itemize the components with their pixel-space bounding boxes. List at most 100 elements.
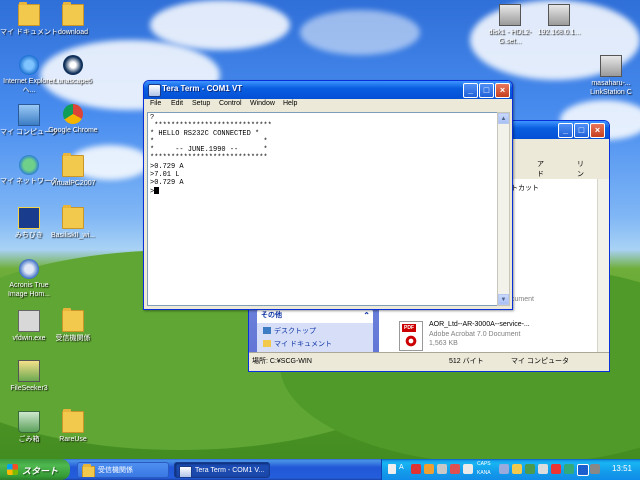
desktop-icon-chrome[interactable]: Google Chrome (44, 104, 102, 135)
terminal-line: >0.729 A (150, 178, 184, 187)
status-computer: マイ コンピュータ (511, 358, 569, 365)
teraterm-icon[interactable] (148, 84, 161, 97)
scroll-up-arrow-icon[interactable]: ▲ (498, 113, 509, 124)
my-computer-icon (18, 104, 40, 126)
task-section-title: その他 (261, 312, 282, 319)
desktop-icon-download[interactable]: download (44, 2, 102, 37)
taskbar-button-receiver[interactable]: 受信機関係 (77, 462, 169, 478)
desktop: マイ ドキュメント Internet Explorer へ... マイ コンピュ… (0, 0, 640, 480)
status-size: 512 バイト (449, 358, 484, 365)
file-type: Adobe Acrobat 7.0 Document (429, 331, 521, 338)
taskbar-button-label: 受信機関係 (98, 467, 133, 474)
desktop-icon-receiver[interactable]: 受信機関係 (44, 308, 102, 343)
desktop-icon-ip[interactable]: 192.168.0.1... (530, 4, 588, 37)
fileseeker-icon (18, 360, 40, 382)
desktop-icon-linkstation[interactable]: masaharu-... LinkStation C (582, 55, 640, 97)
file-item-pdf[interactable]: PDF AOR_Ltd--AR-3000A--service-... Adobe… (399, 321, 594, 355)
file-item-shortcut[interactable]: トカット (511, 183, 539, 193)
terminal-line: **************************** (150, 122, 272, 131)
tray-icon[interactable] (577, 464, 589, 476)
terminal-area[interactable]: ? **************************** * HELLO RS… (147, 112, 498, 306)
clock[interactable]: 13:51 (612, 464, 632, 473)
window-title: Tera Term - COM1 VT (162, 84, 243, 93)
desktop-icon-label: 受信機関係 (55, 335, 91, 342)
menu-control[interactable]: Control (219, 100, 242, 107)
task-section-header[interactable]: その他 ⌃ (257, 309, 373, 323)
teraterm-titlebar[interactable]: Tera Term - COM1 VT _ □ × (144, 81, 512, 99)
minimize-button[interactable]: _ (463, 83, 478, 98)
terminal-line: ? (150, 114, 155, 122)
desktop-icon-fileseeker[interactable]: FileSeeker3 (0, 360, 58, 393)
tray-icon[interactable] (463, 464, 473, 474)
tray-icon[interactable] (551, 464, 561, 474)
security-icon[interactable] (512, 464, 522, 474)
task-item-desktop[interactable]: デスクトップ (263, 326, 316, 336)
dictionary-icon[interactable] (437, 464, 447, 474)
desktop-icon-label: VirtualPC2007 (50, 180, 96, 187)
lunascape-icon (63, 55, 83, 75)
menu-window[interactable]: Window (250, 100, 275, 107)
terminal-line: **************************** (150, 154, 268, 163)
terminal-scrollbar[interactable]: ▲ ▼ (497, 112, 510, 306)
desktop-icon-rareuse[interactable]: RareUse (44, 409, 102, 444)
folder-icon (62, 153, 84, 177)
task-item-my-documents[interactable]: マイ ドキュメント (263, 339, 332, 349)
tray-icon[interactable] (450, 464, 460, 474)
task-item-label: デスクトップ (274, 328, 316, 335)
explorer-scrollbar[interactable] (597, 179, 609, 353)
folder-icon (62, 409, 84, 433)
network-drive-icon (548, 4, 570, 26)
network-drive-icon (499, 4, 521, 26)
network-drive-icon (600, 55, 622, 77)
tray-icon[interactable] (525, 464, 535, 474)
pdf-icon: PDF (399, 321, 423, 351)
my-network-icon (19, 155, 39, 175)
speaker-icon[interactable] (538, 464, 548, 474)
tray-icon[interactable] (590, 464, 600, 474)
menu-file[interactable]: File (150, 100, 161, 107)
desktop-icon-lunascape[interactable]: Lunascape6 (44, 55, 102, 86)
desktop-icon-label: masaharu-... LinkStation C (590, 80, 632, 96)
taskbar-button-teraterm[interactable]: Tera Term - COM1 V... (174, 462, 270, 478)
minimize-button[interactable]: _ (558, 123, 573, 138)
file-item-doc[interactable]: cument (511, 296, 534, 303)
keyboard-icon[interactable] (388, 464, 396, 474)
cloud (300, 10, 420, 55)
desktop-icon-label: download (58, 29, 88, 36)
collapse-icon[interactable]: ⌃ (363, 309, 370, 323)
network-icon[interactable] (499, 464, 509, 474)
teraterm-icon (179, 466, 192, 477)
maximize-button[interactable]: □ (574, 123, 589, 138)
close-button[interactable]: × (495, 83, 510, 98)
start-button[interactable]: スタート (0, 459, 70, 480)
desktop-icon-label: Lunascape6 (53, 78, 93, 85)
scroll-down-arrow-icon[interactable]: ▼ (498, 294, 509, 305)
menu-setup[interactable]: Setup (192, 100, 210, 107)
file-size: 1,563 KB (429, 340, 458, 347)
close-button[interactable]: × (590, 123, 605, 138)
caps-indicator: CAPS (477, 461, 491, 467)
desktop-icon-acronis[interactable]: Acronis True Image Hom... (0, 259, 58, 299)
text-cursor (154, 186, 160, 194)
ime-icon[interactable] (411, 464, 421, 474)
desktop-icon-virtualpc[interactable]: VirtualPC2007 (44, 153, 102, 188)
terminal-output: ? **************************** * HELLO RS… (150, 114, 272, 196)
ime-tool-icon[interactable] (424, 464, 434, 474)
menu-edit[interactable]: Edit (171, 100, 183, 107)
file-name: AOR_Ltd--AR-3000A--service-... (429, 321, 530, 328)
tray-icon[interactable] (564, 464, 574, 474)
terminal-line: >0.729 A (150, 162, 184, 171)
terminal-prompt-line: > (150, 186, 272, 196)
status-location: 場所: C:¥SCG-WIN (252, 358, 312, 365)
terminal-line: * -- JUNE.1990 -- * (150, 146, 268, 155)
app-icon (18, 207, 40, 229)
maximize-button[interactable]: □ (479, 83, 494, 98)
teraterm-window[interactable]: Tera Term - COM1 VT _ □ × File Edit Setu… (143, 80, 513, 310)
desktop-icon-basilisk[interactable]: BasiliskII_wi... (44, 205, 102, 240)
terminal-line: * * (150, 138, 268, 147)
ime-mode-indicator[interactable]: A (399, 464, 404, 471)
taskbar-button-label: Tera Term - COM1 V... (195, 467, 265, 474)
windows-logo-icon (7, 464, 18, 475)
folder-icon (62, 2, 84, 26)
menu-help[interactable]: Help (283, 100, 297, 107)
